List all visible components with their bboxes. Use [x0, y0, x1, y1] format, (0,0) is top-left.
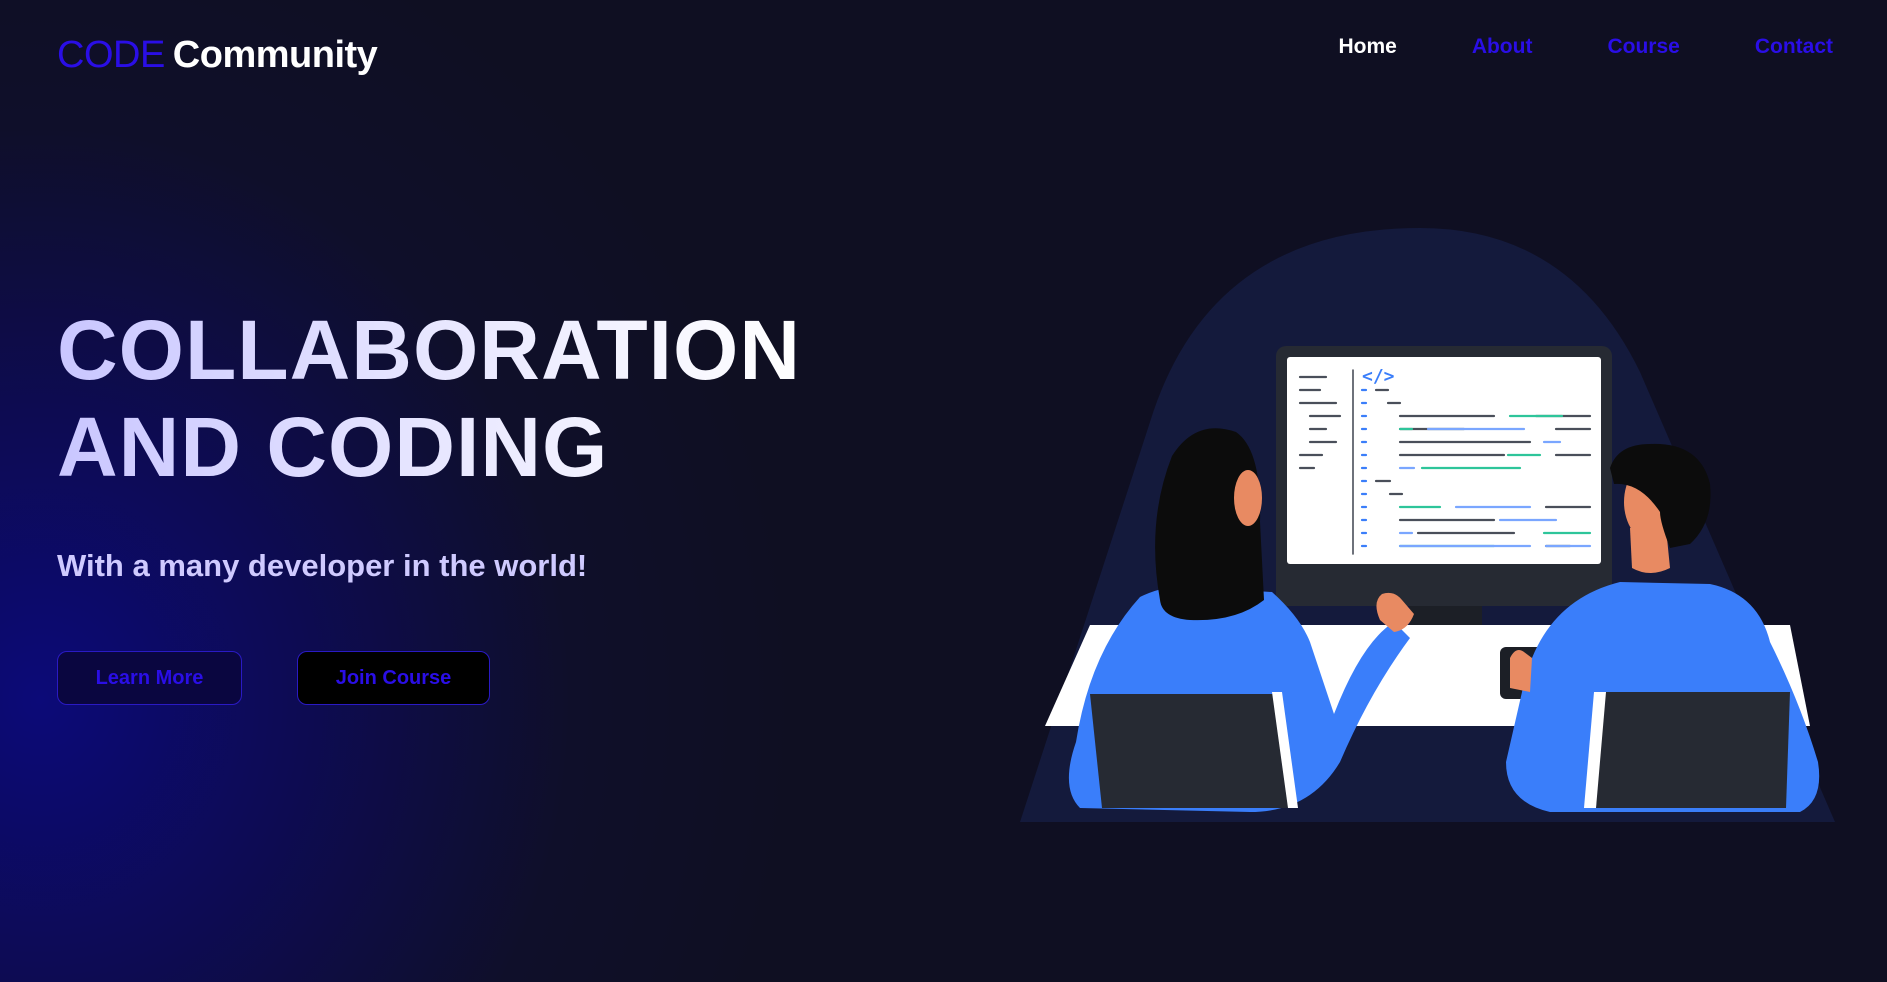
nav-home[interactable]: Home — [1338, 35, 1396, 59]
hero-title-line2: AND CODING — [57, 400, 609, 494]
hero-title: COLLABORATION AND CODING — [57, 302, 801, 496]
nav-about[interactable]: About — [1472, 35, 1533, 59]
join-course-button[interactable]: Join Course — [297, 651, 490, 705]
landing-page: CODE Community Home About Course Contact … — [0, 0, 1887, 982]
developers-illustration: </> — [1020, 228, 1835, 822]
hero-title-line1: COLLABORATION — [57, 303, 802, 397]
nav-course[interactable]: Course — [1607, 35, 1679, 59]
learn-more-button[interactable]: Learn More — [57, 651, 242, 705]
brand-community: Community — [172, 34, 378, 76]
code-tag-icon: </> — [1362, 366, 1395, 387]
main-nav: Home About Course Contact — [1263, 35, 1833, 59]
brand-code: CODE — [57, 34, 165, 76]
brand-logo[interactable]: CODE Community — [57, 34, 378, 77]
nav-contact[interactable]: Contact — [1755, 35, 1833, 59]
hero-subtitle: With a many developer in the world! — [57, 548, 588, 583]
